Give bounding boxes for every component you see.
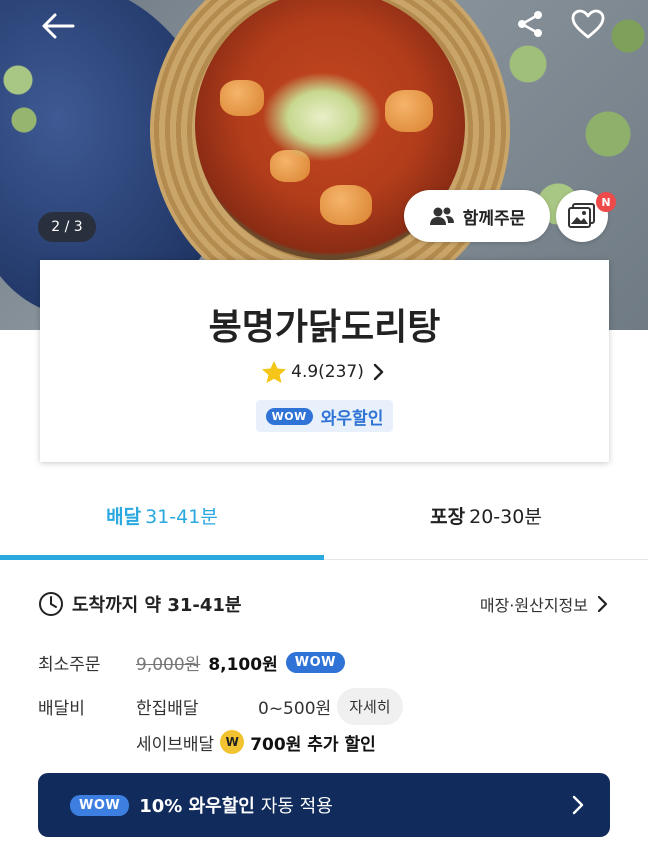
tab-delivery[interactable]: 배달 31-41분 [0, 470, 324, 560]
arrival-row: 도착까지 약 31-41분 매장·원산지정보 [38, 588, 610, 620]
leaves-left [0, 40, 60, 140]
min-order-original-price: 9,000원 [136, 654, 201, 675]
save-delivery-coin-icon: W [220, 730, 245, 754]
min-order-price: 8,100원 [208, 654, 278, 675]
group-order-label: 함께주문 [462, 208, 526, 229]
potato [320, 185, 372, 225]
wow-discount-banner[interactable]: WOW 10% 와우할인 자동 적용 [38, 773, 610, 837]
share-button[interactable] [512, 6, 548, 42]
store-name: 봉명가닭도리탕 [208, 307, 441, 348]
delivery-fee-row: 배달비 한집배달 0~500원 자세히 [38, 686, 403, 726]
wow-banner-strong-text: 10% 와우할인 [139, 796, 255, 817]
tab-takeout-time: 20-30분 [469, 505, 542, 528]
potato [220, 80, 264, 116]
active-tab-indicator [0, 555, 324, 560]
wow-discount-label: 와우할인 [320, 408, 384, 429]
chevron-right-icon [373, 363, 384, 381]
rating-value: 4.9(237) [291, 362, 364, 382]
group-order-button[interactable]: 함께주문 [404, 190, 550, 242]
store-origin-info-label: 매장·원산지정보 [479, 596, 588, 615]
tab-takeout-label: 포장 [430, 505, 466, 528]
rating-link[interactable]: 4.9(237) [40, 360, 609, 384]
potato [385, 90, 433, 132]
single-delivery-label: 한집배달 [136, 698, 199, 719]
image-page-counter: 2 / 3 [38, 212, 96, 242]
chevron-right-icon [597, 595, 608, 613]
wow-banner-text: 자동 적용 [260, 796, 333, 817]
photo-gallery-icon [568, 203, 595, 228]
people-icon [429, 207, 454, 225]
store-info-card: 봉명가닭도리탕 4.9(237) WOW 와우할인 [40, 260, 609, 462]
new-badge: N [596, 192, 616, 212]
favorite-button[interactable] [566, 6, 610, 42]
tab-takeout[interactable]: 포장 20-30분 [324, 470, 648, 560]
wow-pill: WOW [265, 407, 313, 425]
arrow-left-icon [42, 13, 75, 39]
order-type-tabs: 배달 31-41분 포장 20-30분 [0, 470, 648, 560]
clock-icon [39, 592, 63, 616]
wow-badge: WOW [285, 651, 345, 673]
min-order-row: 최소주문 9,000원 8,100원 WOW [38, 646, 345, 678]
single-delivery-fee: 0~500원 [258, 698, 332, 719]
save-delivery-row: 세이브배달 W 700원 추가 할인 [136, 726, 384, 758]
store-origin-info-link[interactable]: 매장·원산지정보 [480, 592, 610, 616]
star-icon [262, 361, 287, 383]
save-delivery-discount: 700원 추가 할인 [250, 734, 376, 755]
wow-discount-badge: WOW 와우할인 [256, 400, 393, 432]
wow-pill: WOW [70, 794, 130, 816]
green-onion-garnish [262, 72, 382, 162]
back-button[interactable] [36, 8, 80, 44]
min-order-label: 최소주문 [38, 654, 101, 675]
share-icon [518, 11, 542, 37]
save-delivery-label: 세이브배달 [136, 734, 215, 755]
tab-delivery-label: 배달 [106, 505, 142, 528]
chevron-right-icon [572, 795, 584, 815]
delivery-fee-detail-button[interactable]: 자세히 [337, 687, 403, 725]
heart-icon [571, 9, 605, 39]
tab-delivery-time: 31-41분 [145, 505, 218, 528]
arrival-time-text: 도착까지 약 31-41분 [72, 595, 242, 616]
delivery-fee-label: 배달비 [38, 698, 85, 719]
